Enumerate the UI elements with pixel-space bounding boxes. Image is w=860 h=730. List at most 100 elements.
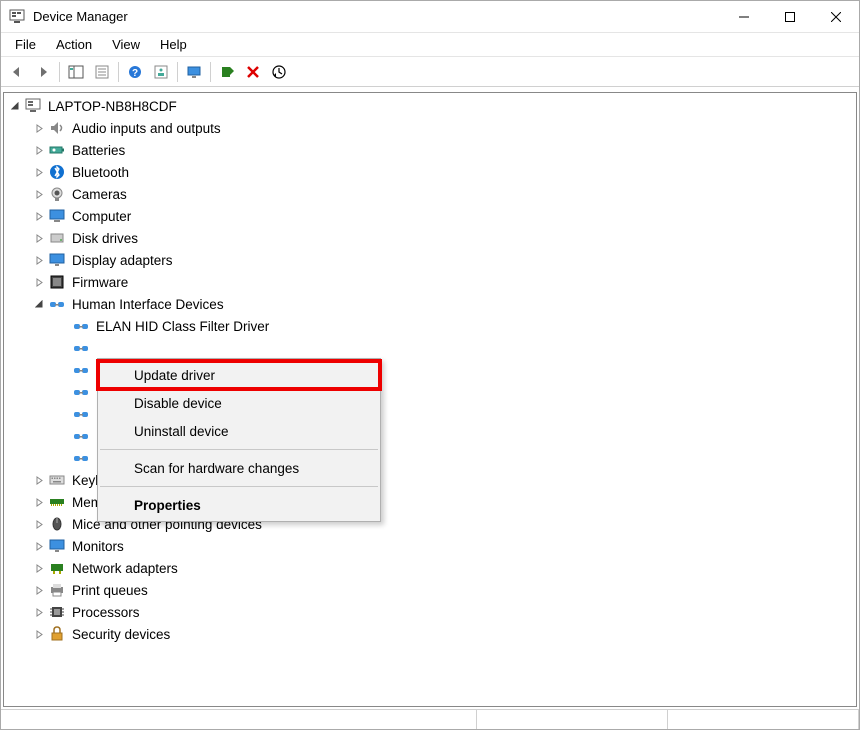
hid-icon	[72, 383, 90, 401]
tree-node-label: Monitors	[72, 539, 124, 554]
tree-category-network[interactable]: Network adapters	[4, 557, 856, 579]
expander-icon[interactable]	[32, 209, 46, 223]
cpu-icon	[48, 603, 66, 621]
tree-category-audio[interactable]: Audio inputs and outputs	[4, 117, 856, 139]
expander-icon[interactable]	[32, 121, 46, 135]
tree-node-label: LAPTOP-NB8H8CDF	[48, 99, 177, 114]
mouse-icon	[48, 515, 66, 533]
expander-icon[interactable]	[32, 583, 46, 597]
svg-text:?: ?	[132, 68, 138, 79]
tree-device-node[interactable]: ELAN HID Class Filter Driver	[4, 315, 856, 337]
close-button[interactable]	[813, 1, 859, 33]
battery-icon	[48, 141, 66, 159]
audio-icon	[48, 119, 66, 137]
hid-icon	[72, 317, 90, 335]
add-legacy-hardware-button[interactable]	[215, 60, 239, 84]
camera-icon	[48, 185, 66, 203]
context-menu-item[interactable]: Scan for hardware changes	[98, 454, 380, 482]
expander-icon[interactable]	[32, 275, 46, 289]
computer-icon	[24, 97, 42, 115]
tree-category-disk[interactable]: Disk drives	[4, 227, 856, 249]
tree-category-security[interactable]: Security devices	[4, 623, 856, 645]
expander-icon[interactable]	[32, 231, 46, 245]
expander-icon[interactable]	[32, 297, 46, 311]
action-button[interactable]	[149, 60, 173, 84]
tree-node-label: Computer	[72, 209, 131, 224]
update-driver-button[interactable]	[267, 60, 291, 84]
status-pane-3	[668, 710, 859, 729]
maximize-button[interactable]	[767, 1, 813, 33]
help-button[interactable]: ?	[123, 60, 147, 84]
expander-icon[interactable]	[32, 539, 46, 553]
menu-file[interactable]: File	[5, 35, 46, 54]
context-menu-item[interactable]: Uninstall device	[98, 417, 380, 445]
tree-category-battery[interactable]: Batteries	[4, 139, 856, 161]
menu-view[interactable]: View	[102, 35, 150, 54]
expander-icon[interactable]	[32, 143, 46, 157]
expander-icon[interactable]	[32, 517, 46, 531]
tree-category-firmware[interactable]: Firmware	[4, 271, 856, 293]
tree-category-camera[interactable]: Cameras	[4, 183, 856, 205]
app-icon	[9, 9, 25, 25]
tree-category-printer[interactable]: Print queues	[4, 579, 856, 601]
context-menu-item[interactable]: Disable device	[98, 389, 380, 417]
menu-action[interactable]: Action	[46, 35, 102, 54]
hid-icon	[72, 449, 90, 467]
display-icon	[48, 251, 66, 269]
tree-node-label: Processors	[72, 605, 140, 620]
expander-icon[interactable]	[32, 253, 46, 267]
tree-device-node[interactable]	[4, 337, 856, 359]
forward-button[interactable]	[31, 60, 55, 84]
computer-icon	[48, 207, 66, 225]
properties-button[interactable]	[90, 60, 114, 84]
tree-node-label: Human Interface Devices	[72, 297, 224, 312]
expander-icon[interactable]	[32, 473, 46, 487]
status-pane-1	[1, 710, 477, 729]
status-bar	[1, 709, 859, 729]
hid-icon	[72, 361, 90, 379]
expander-icon[interactable]	[32, 627, 46, 641]
show-hide-console-tree-button[interactable]	[64, 60, 88, 84]
scan-hardware-button[interactable]	[182, 60, 206, 84]
tree-node-label: Display adapters	[72, 253, 173, 268]
tree-category-hid[interactable]: Human Interface Devices	[4, 293, 856, 315]
expander-icon[interactable]	[32, 561, 46, 575]
tree-node-label: ELAN HID Class Filter Driver	[96, 319, 269, 334]
minimize-button[interactable]	[721, 1, 767, 33]
expander-icon[interactable]	[32, 605, 46, 619]
memory-icon	[48, 493, 66, 511]
toolbar: ?	[1, 57, 859, 87]
context-menu-separator	[100, 486, 378, 487]
tree-node-label: Security devices	[72, 627, 170, 642]
tree-category-display[interactable]: Display adapters	[4, 249, 856, 271]
context-menu-item[interactable]: Update driver	[98, 361, 380, 389]
context-menu-separator	[100, 449, 378, 450]
keyboard-icon	[48, 471, 66, 489]
back-button[interactable]	[5, 60, 29, 84]
tree-node-label: Audio inputs and outputs	[72, 121, 221, 136]
menu-help[interactable]: Help	[150, 35, 197, 54]
expander-icon[interactable]	[32, 187, 46, 201]
tree-node-label: Firmware	[72, 275, 128, 290]
hid-icon	[48, 295, 66, 313]
tree-node-label: Bluetooth	[72, 165, 129, 180]
window-title: Device Manager	[33, 9, 721, 24]
expander-icon[interactable]	[32, 495, 46, 509]
printer-icon	[48, 581, 66, 599]
tree-category-computer[interactable]: Computer	[4, 205, 856, 227]
tree-category-monitor[interactable]: Monitors	[4, 535, 856, 557]
tree-node-label: Disk drives	[72, 231, 138, 246]
context-menu: Update driverDisable deviceUninstall dev…	[97, 358, 381, 522]
network-icon	[48, 559, 66, 577]
expander-icon[interactable]	[8, 99, 22, 113]
expander-icon[interactable]	[32, 165, 46, 179]
tree-node-label: Network adapters	[72, 561, 178, 576]
uninstall-button[interactable]	[241, 60, 265, 84]
bluetooth-icon	[48, 163, 66, 181]
context-menu-item[interactable]: Properties	[98, 491, 380, 519]
tree-node-label: Cameras	[72, 187, 127, 202]
tree-category-bluetooth[interactable]: Bluetooth	[4, 161, 856, 183]
tree-root-node[interactable]: LAPTOP-NB8H8CDF	[4, 95, 856, 117]
hid-icon	[72, 405, 90, 423]
tree-category-cpu[interactable]: Processors	[4, 601, 856, 623]
